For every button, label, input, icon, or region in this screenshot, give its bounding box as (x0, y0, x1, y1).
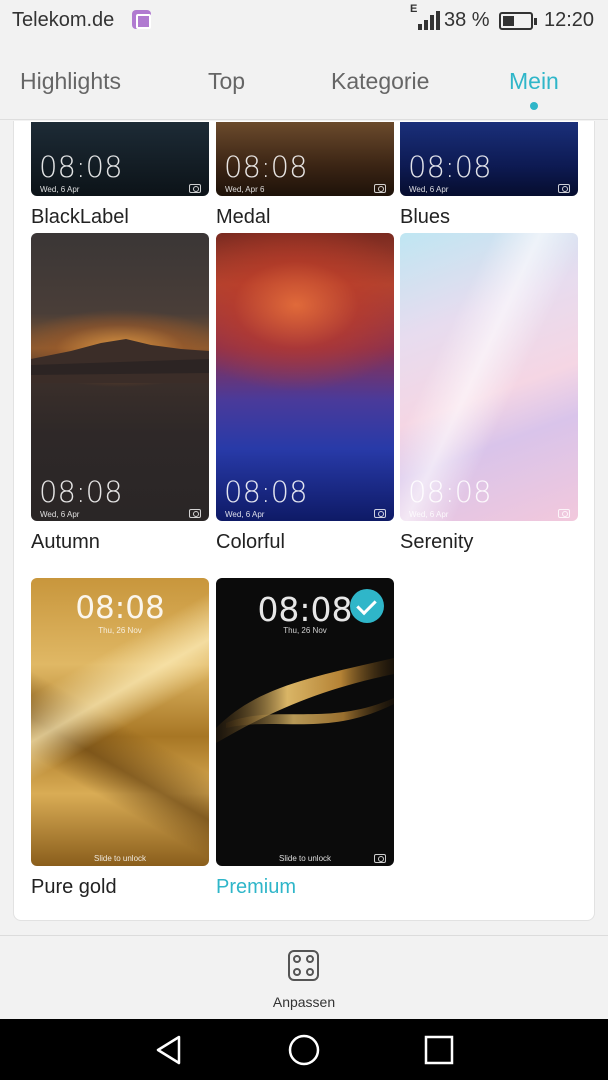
theme-item-premium[interactable]: 08:08 Thu, 26 Nov Slide to unlock Premiu… (216, 578, 394, 899)
theme-name: Blues (400, 206, 451, 228)
gallery-notification-icon (132, 10, 151, 29)
customize-label: Anpassen (272, 994, 336, 1010)
preview-clock: 08:08 (39, 150, 123, 184)
theme-thumbnail[interactable]: 08:08 Wed, 6 Apr (31, 233, 209, 521)
bottom-action-bar: Anpassen (0, 935, 608, 1019)
theme-item-medal[interactable]: 08:08 Wed, Apr 6 Medal (216, 122, 394, 229)
camera-icon (189, 184, 201, 193)
clock-time: 12:20 (544, 9, 595, 31)
theme-name: Medal (216, 206, 271, 228)
theme-thumbnail[interactable]: 08:08 Thu, 26 Nov Slide to unlock (31, 578, 209, 866)
camera-icon (189, 509, 201, 518)
battery-icon (499, 12, 537, 30)
home-icon[interactable] (287, 1033, 321, 1067)
slide-to-unlock-text: Slide to unlock (278, 854, 332, 863)
status-bar: Telekom.de E 38 % 12:20 (0, 0, 608, 42)
theme-item-pure-gold[interactable]: 08:08 Thu, 26 Nov Slide to unlock Pure g… (31, 578, 209, 899)
system-navigation-bar (0, 1019, 608, 1080)
active-tab-indicator (530, 102, 538, 110)
theme-name: Colorful (216, 531, 285, 553)
signal-icon (410, 6, 440, 32)
preview-date: Thu, 26 Nov (98, 626, 142, 635)
camera-icon (374, 184, 386, 193)
theme-thumbnail[interactable]: 08:08 Wed, 6 Apr (400, 233, 578, 521)
preview-clock: 08:08 (75, 590, 165, 626)
theme-thumbnail[interactable]: 08:08 Thu, 26 Nov Slide to unlock (216, 578, 394, 866)
customize-grid-icon (288, 950, 319, 981)
preview-date: Wed, Apr 6 (225, 185, 265, 194)
tab-top[interactable]: Top (208, 68, 245, 95)
theme-item-serenity[interactable]: 08:08 Wed, 6 Apr Serenity (400, 233, 578, 554)
preview-date: Thu, 26 Nov (283, 626, 327, 635)
battery-percent: 38 % (444, 9, 490, 31)
tab-mein[interactable]: Mein (509, 68, 559, 95)
camera-icon (558, 184, 570, 193)
back-icon[interactable] (152, 1033, 186, 1067)
theme-item-blacklabel[interactable]: 08:08 Wed, 6 Apr BlackLabel (31, 122, 209, 229)
theme-list[interactable]: 08:08 Wed, 6 Apr BlackLabel 08:08 Wed, A… (0, 121, 608, 935)
preview-date: Wed, 6 Apr (40, 510, 80, 519)
tab-kategorie[interactable]: Kategorie (331, 68, 429, 95)
preview-date: Wed, 6 Apr (409, 185, 449, 194)
theme-thumbnail[interactable]: 08:08 Wed, 6 Apr (400, 122, 578, 196)
theme-name: BlackLabel (31, 206, 129, 228)
preview-date: Wed, 6 Apr (40, 185, 80, 194)
preview-clock: 08:08 (224, 150, 308, 184)
customize-button[interactable]: Anpassen (244, 936, 364, 1020)
theme-name: Pure gold (31, 876, 117, 898)
theme-thumbnail[interactable]: 08:08 Wed, Apr 6 (216, 122, 394, 196)
camera-icon (374, 854, 386, 863)
slide-to-unlock-text: Slide to unlock (93, 854, 147, 863)
themes-card: 08:08 Wed, 6 Apr BlackLabel 08:08 Wed, A… (13, 121, 595, 921)
camera-icon (558, 509, 570, 518)
recents-icon[interactable] (422, 1033, 456, 1067)
theme-thumbnail[interactable]: 08:08 Wed, 6 Apr (31, 122, 209, 196)
camera-icon (374, 509, 386, 518)
preview-clock: 08:08 (224, 475, 308, 509)
tab-highlights[interactable]: Highlights (20, 68, 121, 95)
theme-item-autumn[interactable]: 08:08 Wed, 6 Apr Autumn (31, 233, 209, 554)
preview-date: Wed, 6 Apr (225, 510, 265, 519)
preview-clock: 08:08 (408, 150, 492, 184)
theme-item-colorful[interactable]: 08:08 Wed, 6 Apr Colorful (216, 233, 394, 554)
preview-clock: 08:08 (39, 475, 123, 509)
carrier-name: Telekom.de (12, 9, 115, 31)
theme-thumbnail[interactable]: 08:08 Wed, 6 Apr (216, 233, 394, 521)
tab-bar: Highlights Top Kategorie Mein (0, 42, 608, 120)
preview-date: Wed, 6 Apr (409, 510, 449, 519)
preview-clock: 08:08 (408, 475, 492, 509)
selected-checkmark-icon (350, 589, 384, 623)
theme-name: Autumn (31, 531, 100, 553)
theme-item-blues[interactable]: 08:08 Wed, 6 Apr Blues (400, 122, 578, 229)
theme-name: Premium (216, 876, 297, 898)
theme-name: Serenity (400, 531, 474, 553)
